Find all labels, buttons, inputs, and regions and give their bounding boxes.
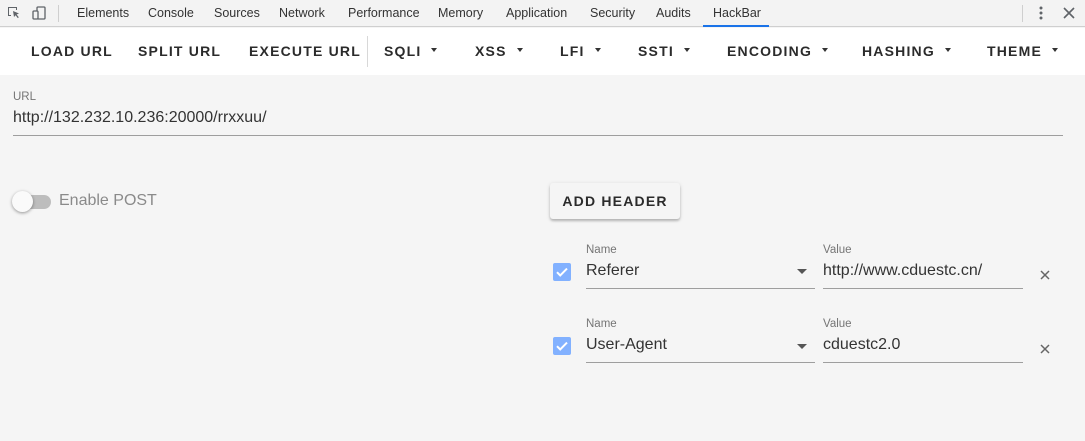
url-input[interactable]: http://132.232.10.236:20000/rrxxuu/: [13, 109, 1063, 127]
url-field-label: URL: [13, 91, 37, 103]
header-name-underline: [586, 362, 815, 363]
dropdown-caret-icon: [431, 48, 438, 53]
header-enabled-checkbox[interactable]: [553, 263, 571, 281]
toolbar-divider: [58, 5, 59, 22]
encoding-menu-label: ENCODING: [727, 43, 813, 59]
header-name-label: Name: [586, 318, 617, 330]
header-enabled-checkbox[interactable]: [553, 337, 571, 355]
dropdown-caret-icon: [516, 48, 523, 53]
checkmark-icon: [556, 267, 568, 277]
close-devtools-icon[interactable]: [1061, 5, 1077, 21]
tab-elements[interactable]: Elements: [77, 0, 129, 27]
enable-post-toggle-knob[interactable]: [12, 191, 33, 212]
add-header-button[interactable]: ADD HEADER: [550, 183, 680, 219]
xss-menu-label: XSS: [475, 43, 507, 59]
header-name-select[interactable]: User-Agent: [586, 336, 667, 354]
remove-header-icon[interactable]: [1039, 343, 1051, 355]
hackbar-toolbar: LOAD URL SPLIT URL EXECUTE URL SQLI XSS …: [0, 28, 1085, 75]
select-dropdown-icon[interactable]: [797, 344, 807, 349]
theme-menu[interactable]: THEME: [987, 28, 1058, 75]
lfi-menu[interactable]: LFI: [560, 28, 601, 75]
url-input-underline: [13, 135, 1063, 136]
hashing-menu-label: HASHING: [862, 43, 935, 59]
toolbar-divider: [367, 36, 368, 67]
theme-menu-label: THEME: [987, 43, 1042, 59]
tab-security[interactable]: Security: [590, 0, 635, 27]
tab-sources[interactable]: Sources: [214, 0, 260, 27]
header-value-input[interactable]: http://www.cduestc.cn/: [823, 262, 982, 280]
split-url-button[interactable]: SPLIT URL: [138, 28, 221, 75]
header-value-label: Value: [823, 318, 852, 330]
dropdown-caret-icon: [594, 48, 601, 53]
ssti-menu-label: SSTI: [638, 43, 674, 59]
tab-memory[interactable]: Memory: [438, 0, 483, 27]
devtools-tab-strip: Elements Console Sources Network Perform…: [0, 0, 1085, 27]
device-toolbar-icon[interactable]: [31, 5, 47, 21]
header-name-underline: [586, 288, 815, 289]
tab-network[interactable]: Network: [279, 0, 325, 27]
more-options-icon[interactable]: [1033, 5, 1049, 21]
toolbar-divider: [1022, 5, 1023, 22]
checkmark-icon: [556, 341, 568, 351]
remove-header-icon[interactable]: [1039, 269, 1051, 281]
dropdown-caret-icon: [683, 48, 690, 53]
sqli-menu[interactable]: SQLI: [384, 28, 438, 75]
header-name-select[interactable]: Referer: [586, 262, 639, 280]
header-value-input[interactable]: cduestc2.0: [823, 336, 900, 354]
tab-hackbar[interactable]: HackBar: [713, 0, 761, 27]
header-value-underline: [823, 288, 1023, 289]
active-tab-indicator: [703, 25, 769, 27]
xss-menu[interactable]: XSS: [475, 28, 523, 75]
hashing-menu[interactable]: HASHING: [862, 28, 951, 75]
header-value-underline: [823, 362, 1023, 363]
header-name-label: Name: [586, 244, 617, 256]
tab-performance[interactable]: Performance: [348, 0, 420, 27]
enable-post-label: Enable POST: [59, 192, 157, 209]
dropdown-caret-icon: [944, 48, 951, 53]
dropdown-caret-icon: [1052, 48, 1058, 53]
execute-url-button[interactable]: EXECUTE URL: [249, 28, 361, 75]
header-value-label: Value: [823, 244, 852, 256]
load-url-button[interactable]: LOAD URL: [31, 28, 113, 75]
select-dropdown-icon[interactable]: [797, 269, 807, 274]
ssti-menu[interactable]: SSTI: [638, 28, 690, 75]
sqli-menu-label: SQLI: [384, 43, 422, 59]
inspect-element-icon[interactable]: [6, 5, 22, 21]
tab-audits[interactable]: Audits: [656, 0, 691, 27]
lfi-menu-label: LFI: [560, 43, 585, 59]
dropdown-caret-icon: [822, 48, 829, 53]
tab-application[interactable]: Application: [506, 0, 567, 27]
tab-console[interactable]: Console: [148, 0, 194, 27]
encoding-menu[interactable]: ENCODING: [727, 28, 829, 75]
